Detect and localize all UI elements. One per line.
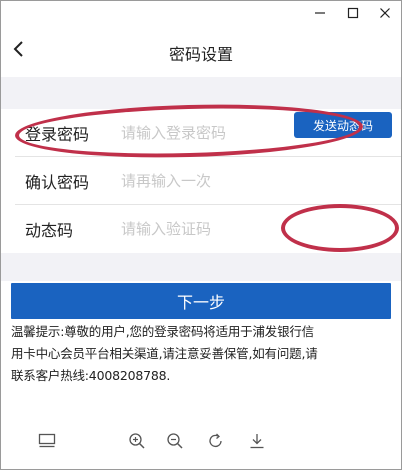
zoom-in-icon[interactable] bbox=[123, 427, 151, 455]
zoom-out-icon[interactable] bbox=[161, 427, 189, 455]
page-title: 密码设置 bbox=[168, 45, 233, 64]
confirm-password-label: 确认密码 bbox=[25, 173, 90, 192]
maximize-icon[interactable] bbox=[341, 3, 365, 23]
dynamic-code-input[interactable] bbox=[121, 213, 291, 245]
minimize-icon[interactable] bbox=[308, 3, 332, 23]
login-password-label: 登录密码 bbox=[25, 125, 90, 144]
viewer-toolbar bbox=[1, 419, 401, 469]
send-code-button[interactable]: 发送动态码 bbox=[294, 112, 392, 138]
window-titlebar bbox=[1, 1, 401, 27]
section-spacer bbox=[1, 77, 401, 109]
next-button[interactable]: 下一步 bbox=[11, 283, 391, 319]
confirm-password-input[interactable] bbox=[121, 165, 291, 197]
confirm-password-row: 确认密码 bbox=[1, 157, 401, 205]
dynamic-code-label: 动态码 bbox=[25, 221, 74, 240]
dynamic-code-row: 动态码 bbox=[1, 205, 401, 253]
download-icon[interactable] bbox=[243, 427, 271, 455]
section-spacer bbox=[1, 253, 401, 281]
tip-text: 温馨提示:尊敬的用户,您的登录密码将适用于浦发银行信 用卡中心会员平台相关渠道,… bbox=[11, 324, 318, 383]
rotate-icon[interactable] bbox=[202, 427, 230, 455]
app-header: 密码设置 bbox=[1, 29, 401, 75]
card-icon[interactable] bbox=[33, 427, 61, 455]
image-viewer-window: 密码设置 登录密码 确认密码 动态码 发送动态码 下一步 温馨提示:尊敬的用户,… bbox=[0, 0, 402, 470]
login-password-input[interactable] bbox=[121, 117, 291, 149]
close-icon[interactable] bbox=[373, 3, 397, 23]
